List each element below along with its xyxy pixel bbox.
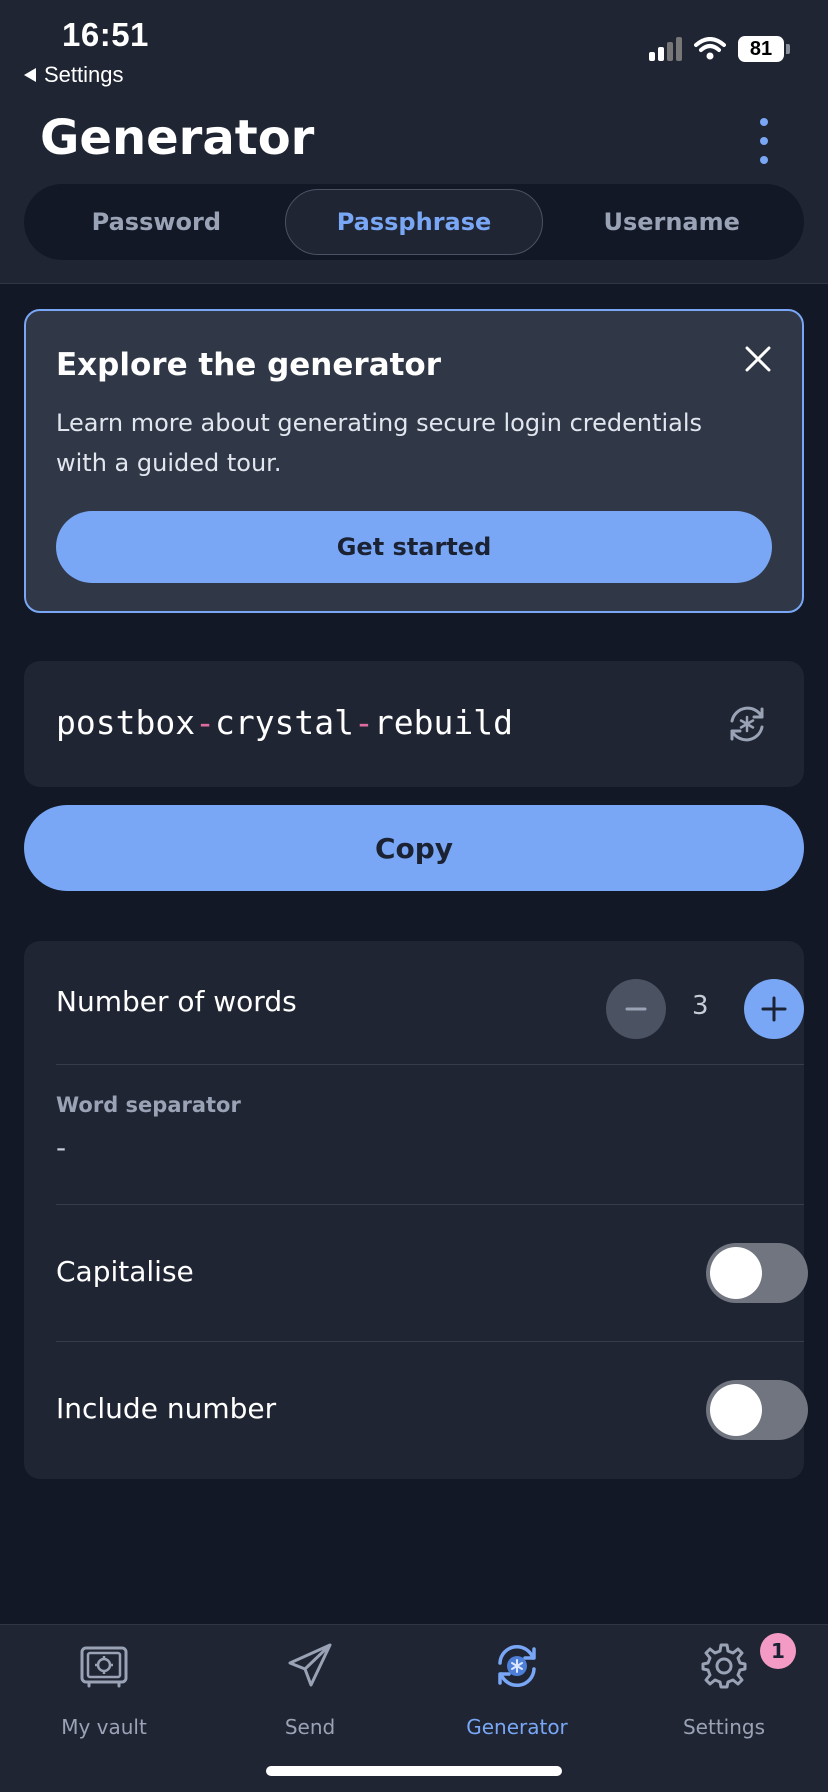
page-title: Generator — [40, 110, 315, 166]
number-of-words-row: Number of words 3 — [56, 941, 804, 1065]
passphrase-separator-2: - — [354, 703, 374, 742]
explore-description: Learn more about generating secure login… — [56, 409, 703, 477]
passphrase-word-1: postbox — [56, 703, 196, 742]
plus-icon — [761, 996, 787, 1022]
regenerate-icon[interactable] — [724, 701, 770, 747]
back-to-settings-link[interactable]: Settings — [24, 62, 124, 88]
home-indicator — [266, 1766, 562, 1776]
tab-passphrase[interactable]: Passphrase — [284, 189, 544, 255]
tab-generator[interactable]: Generator — [437, 1641, 597, 1741]
back-arrow-icon — [24, 68, 36, 82]
tab-send[interactable]: Send — [230, 1641, 390, 1741]
battery-icon: 81 — [738, 36, 790, 62]
vault-icon — [80, 1646, 128, 1688]
generated-passphrase[interactable]: postbox-crystal-rebuild — [56, 703, 513, 742]
gear-icon — [701, 1643, 747, 1689]
more-options-icon[interactable] — [752, 118, 776, 164]
generator-type-tabs: Password Passphrase Username — [24, 184, 804, 260]
word-separator-label: Word separator — [56, 1093, 241, 1117]
tab-send-label: Send — [284, 1715, 336, 1739]
generated-passphrase-box: postbox-crystal-rebuild — [24, 661, 804, 787]
increase-words-button[interactable] — [744, 979, 804, 1039]
explore-title: Explore the generator — [56, 347, 442, 383]
wifi-icon — [694, 37, 726, 60]
copy-button[interactable]: Copy — [24, 805, 804, 891]
settings-notification-badge: 1 — [760, 1633, 796, 1669]
passphrase-word-2: crystal — [214, 703, 355, 742]
include-number-label: Include number — [56, 1392, 277, 1425]
number-of-words-value: 3 — [692, 991, 709, 1021]
decrease-words-button[interactable] — [606, 979, 666, 1039]
capitalise-row: Capitalise — [56, 1205, 808, 1342]
capitalise-label: Capitalise — [56, 1255, 194, 1288]
passphrase-word-3: rebuild — [373, 703, 513, 742]
minus-icon — [625, 1007, 647, 1011]
passphrase-separator-1: - — [195, 703, 215, 742]
status-icons: 81 — [649, 36, 790, 62]
number-of-words-label: Number of words — [56, 985, 297, 1018]
tab-generator-label: Generator — [466, 1715, 568, 1739]
capitalise-toggle[interactable] — [706, 1243, 808, 1303]
get-started-button[interactable]: Get started — [56, 511, 772, 583]
tab-settings-label: Settings — [682, 1715, 766, 1739]
status-time: 16:51 — [62, 16, 149, 53]
tab-my-vault[interactable]: My vault — [24, 1641, 184, 1741]
passphrase-options-card: Number of words 3 Word separator - Capit… — [24, 941, 808, 1479]
word-separator-row[interactable]: Word separator - — [56, 1065, 804, 1205]
tab-password[interactable]: Password — [28, 189, 285, 255]
back-label: Settings — [44, 62, 124, 87]
tab-my-vault-label: My vault — [61, 1715, 147, 1739]
include-number-row: Include number — [56, 1342, 808, 1479]
explore-generator-card: Explore the generator Learn more about g… — [24, 309, 804, 613]
include-number-toggle[interactable] — [706, 1380, 808, 1440]
header-area: 16:51 Settings 81 Generator Password Pas… — [0, 0, 828, 284]
tab-username[interactable]: Username — [543, 189, 800, 255]
close-icon[interactable] — [742, 343, 774, 375]
generator-icon — [498, 1644, 536, 1688]
send-icon — [288, 1643, 332, 1687]
tab-settings[interactable]: 1 Settings — [644, 1633, 804, 1741]
word-separator-input[interactable]: - — [56, 1131, 66, 1164]
battery-level: 81 — [738, 36, 784, 62]
signal-icon — [649, 37, 682, 61]
